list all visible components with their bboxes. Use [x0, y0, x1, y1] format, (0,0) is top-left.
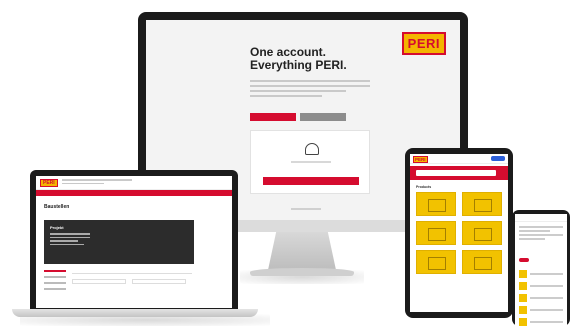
smartphone [512, 210, 570, 326]
product-tile[interactable] [416, 250, 456, 274]
phone-tag[interactable] [519, 258, 529, 262]
monitor-stand-base [250, 268, 354, 276]
product-tile[interactable] [416, 192, 456, 216]
laptop-header: PERI [36, 176, 232, 190]
tablet-header: PERI [410, 154, 508, 164]
phone-text [519, 226, 563, 242]
laptop: PERI Baustellen Projekt [30, 170, 238, 310]
filter-field-2[interactable] [132, 279, 186, 284]
list-item[interactable] [519, 306, 563, 314]
peri-logo-small[interactable]: PERI [40, 179, 58, 187]
list-item[interactable] [519, 282, 563, 290]
project-name: Projekt [50, 225, 64, 230]
project-banner: Projekt [44, 220, 194, 264]
product-tile[interactable] [462, 250, 502, 274]
login-card [250, 130, 370, 194]
peri-logo[interactable]: PERI [401, 32, 446, 55]
header-text [62, 179, 132, 187]
account-button[interactable] [491, 156, 505, 161]
laptop-screen: PERI Baustellen Projekt [36, 176, 232, 308]
helmet-icon [305, 143, 319, 155]
footer-text [291, 208, 321, 210]
product-tile[interactable] [462, 221, 502, 245]
register-button[interactable] [250, 113, 296, 121]
tablet: PERI Products [405, 148, 513, 318]
tab-bar[interactable] [72, 270, 192, 274]
login-button[interactable] [263, 177, 359, 185]
peri-logo-tablet[interactable]: PERI [413, 156, 428, 163]
search-bar [410, 166, 508, 180]
page-title: Baustellen [44, 204, 70, 210]
list-item[interactable] [519, 270, 563, 278]
headline-line-2: Everything PERI. [250, 58, 347, 72]
product-tile[interactable] [462, 192, 502, 216]
product-grid [416, 192, 502, 274]
products-label: Products [416, 185, 432, 189]
phone-header [515, 214, 567, 222]
phone-screen [515, 214, 567, 326]
product-tile[interactable] [416, 221, 456, 245]
phone-list [519, 270, 563, 326]
search-input[interactable] [416, 170, 496, 176]
tablet-screen: PERI Products [410, 154, 508, 312]
main-navigation [36, 190, 232, 196]
learn-more-button[interactable] [300, 113, 346, 121]
side-menu [44, 270, 66, 294]
intro-paragraph [250, 80, 370, 102]
list-item[interactable] [519, 318, 563, 326]
filter-field[interactable] [72, 279, 126, 284]
desktop-headline: One account. Everything PERI. [250, 46, 347, 72]
monitor-stand [268, 232, 336, 270]
laptop-base [12, 309, 258, 317]
list-item[interactable] [519, 294, 563, 302]
